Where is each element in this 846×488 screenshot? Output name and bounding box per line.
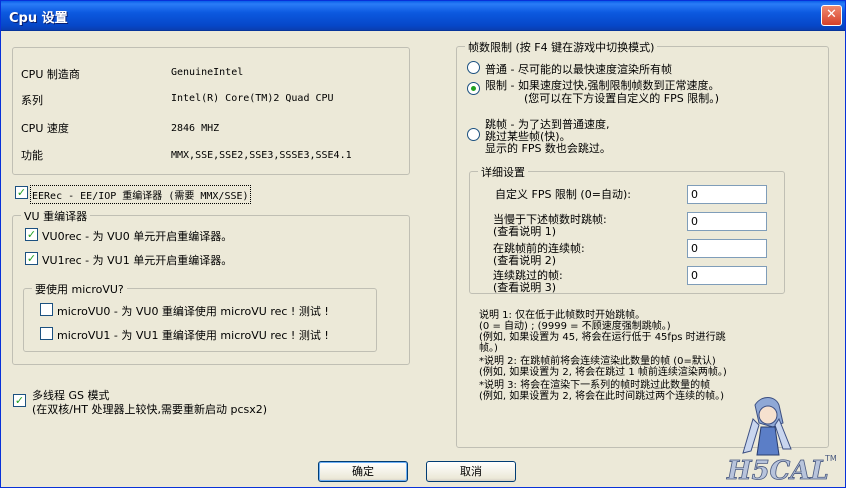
cpu-features-value: MMX,SSE,SSE2,SSE3,SSSE3,SSE4.1 [171, 150, 352, 161]
skip-mode-line3: 显示的 FPS 数也会跳过。 [485, 142, 611, 155]
limit-mode-sublabel: (您可以在下方设置自定义的 FPS 限制。) [524, 92, 720, 105]
cpu-family-label: 系列 [21, 94, 43, 107]
vu1rec-checkbox[interactable]: ✓ [25, 252, 38, 265]
note-line-6: (例如, 如果设置为 2, 将会在跳过 1 帧前连续渲染两帧。) [479, 367, 727, 378]
skip-mode-radio[interactable] [467, 128, 480, 141]
cpu-vendor-value: GenuineIntel [171, 67, 244, 78]
note-line-3: (例如, 如果设置为 45, 将会在运行低于 45fps 时进行跳 [479, 332, 726, 343]
microvu-legend: 要使用 microVU? [32, 281, 127, 297]
note-line-8: (例如, 如果设置为 2, 将会在此时间跳过两个连续的帧。) [479, 391, 725, 402]
frame-limit-legend: 帧数限制 (按 F4 键在游戏中切换模式) [465, 39, 658, 55]
cpu-settings-dialog: Cpu 设置 ✕ CPU 制造商 GenuineIntel 系列 Intel(R… [0, 0, 846, 488]
custom-fps-input[interactable] [687, 185, 767, 204]
cpu-family-value: Intel(R) Core(TM)2 Quad CPU [171, 93, 334, 104]
ok-button[interactable]: 确定 [318, 461, 408, 482]
eerec-checkbox[interactable]: ✓ [15, 186, 28, 199]
mascot-watermark-icon: H5CAL TM [726, 397, 837, 486]
watermark-text: H5CAL [726, 456, 829, 486]
cpu-features-label: 功能 [21, 149, 43, 162]
consecutive-skip-note: (查看说明 3) [493, 281, 557, 294]
cpu-speed-label: CPU 速度 [21, 122, 69, 135]
close-button[interactable]: ✕ [821, 5, 842, 26]
normal-mode-radio[interactable] [467, 61, 480, 74]
microvu0-checkbox[interactable] [40, 303, 53, 316]
note-line-4: 帧。) [479, 343, 498, 354]
cpu-vendor-label: CPU 制造商 [21, 68, 80, 81]
vu1rec-label[interactable]: VU1rec - 为 VU1 单元开启重编译器。 [42, 252, 232, 268]
skip-when-slow-input[interactable] [687, 212, 767, 231]
consecutive-before-input[interactable] [687, 239, 767, 258]
note-line-2: (0 = 自动) ; (9999 = 不顾速度强制跳帧。) [479, 321, 671, 332]
microvu-group: 要使用 microVU? microVU0 - 为 VU0 重编译使用 micr… [23, 281, 377, 352]
vu0rec-label[interactable]: VU0rec - 为 VU0 单元开启重编译器。 [42, 228, 232, 244]
details-legend: 详细设置 [478, 164, 528, 180]
consecutive-before-note: (查看说明 2) [493, 254, 557, 267]
cpu-info-group: CPU 制造商 GenuineIntel 系列 Intel(R) Core(TM… [12, 47, 410, 175]
normal-mode-label[interactable]: 普通 - 尽可能的以最快速度渲染所有帧 [485, 61, 672, 77]
watermark-tm: TM [824, 454, 837, 463]
mtgs-checkbox[interactable]: ✓ [13, 394, 26, 407]
vu0rec-checkbox[interactable]: ✓ [25, 228, 38, 241]
note-line-7: *说明 3: 将会在渲染下一系列的帧时跳过此数量的帧 [479, 380, 711, 391]
skip-when-slow-note: (查看说明 1) [493, 225, 557, 238]
microvu0-label[interactable]: microVU0 - 为 VU0 重编译使用 microVU rec ! 测试 … [57, 303, 329, 319]
consecutive-skip-input[interactable] [687, 266, 767, 285]
note-line-1: 说明 1: 仅在低于此帧数时开始跳帧。 [479, 310, 646, 321]
custom-fps-label: 自定义 FPS 限制 (0=自动): [495, 188, 631, 201]
vu-group-legend: VU 重编译器 [21, 208, 91, 224]
eerec-label[interactable]: EERec - EE/IOP 重编译器 (需要 MMX/SSE) [30, 185, 251, 204]
cpu-speed-value: 2846 MHZ [171, 123, 220, 134]
mtgs-sublabel: (在双核/HT 处理器上较快,需要重新启动 pcsx2) [32, 403, 268, 416]
microvu1-label[interactable]: microVU1 - 为 VU1 重编译使用 microVU rec ! 测试 … [57, 327, 329, 343]
note-line-5: *说明 2: 在跳帧前将会连续渲染此数量的帧 (0=默认) [479, 356, 716, 367]
vu-recompiler-group: VU 重编译器 ✓ VU0rec - 为 VU0 单元开启重编译器。 ✓ VU1… [12, 208, 410, 365]
microvu1-checkbox[interactable] [40, 327, 53, 340]
close-icon: ✕ [826, 7, 837, 22]
limit-mode-radio[interactable] [467, 82, 480, 95]
window-title: Cpu 设置 [9, 11, 68, 26]
cancel-button[interactable]: 取消 [426, 461, 516, 482]
title-bar[interactable]: Cpu 设置 ✕ [1, 1, 845, 31]
